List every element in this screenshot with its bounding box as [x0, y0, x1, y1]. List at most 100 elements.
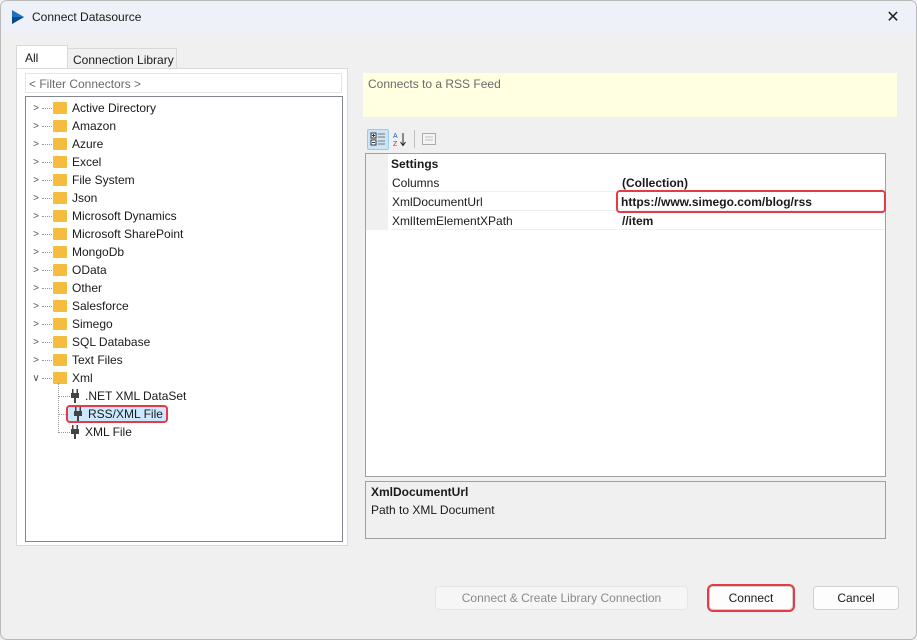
folder-icon [53, 318, 67, 330]
property-row[interactable]: Columns (Collection) [366, 173, 885, 192]
tree-item-label: XML File [85, 425, 132, 439]
category-label: Settings [391, 157, 439, 171]
connect-create-library-button[interactable]: Connect & Create Library Connection [435, 586, 688, 610]
close-icon: ✕ [886, 9, 900, 26]
property-value[interactable]: //item [619, 211, 885, 230]
chevron-right-icon[interactable]: > [31, 265, 41, 276]
categorized-button[interactable] [367, 128, 389, 150]
property-pages-button[interactable] [418, 129, 440, 150]
tree-connector-line [42, 341, 52, 343]
tree-folder[interactable]: ∨ Xml [31, 369, 93, 387]
chevron-right-icon[interactable]: > [31, 193, 41, 204]
plug-icon [71, 389, 79, 403]
chevron-down-icon[interactable]: ∨ [31, 373, 41, 384]
chevron-right-icon[interactable]: > [31, 157, 41, 168]
cancel-button[interactable]: Cancel [813, 586, 899, 610]
tree-connector-line [58, 383, 59, 433]
tree-folder[interactable]: > Text Files [31, 351, 123, 369]
tree-folder-label: Xml [72, 371, 93, 385]
chevron-right-icon[interactable]: > [31, 301, 41, 312]
property-value-xmldocumenturl[interactable]: https://www.simego.com/blog/rss [616, 190, 886, 213]
folder-icon [53, 174, 67, 186]
window-title: Connect Datasource [32, 10, 142, 24]
chevron-right-icon[interactable]: > [31, 103, 41, 114]
property-pages-icon [422, 133, 436, 145]
chevron-right-icon[interactable]: > [31, 247, 41, 258]
plug-icon [74, 407, 82, 421]
help-title: XmlDocumentUrl [371, 485, 469, 499]
chevron-right-icon[interactable]: > [31, 139, 41, 150]
tree-folder[interactable]: > OData [31, 261, 107, 279]
tab-connection-library[interactable]: Connection Library [67, 48, 177, 69]
tree-connector-line [42, 143, 52, 145]
tree-folder[interactable]: > Amazon [31, 117, 116, 135]
selected-item-highlight: RSS/XML File [66, 405, 168, 423]
tab-all[interactable]: All [16, 45, 68, 69]
tree-folder[interactable]: > Other [31, 279, 102, 297]
tree-item-connector[interactable]: .NET XML DataSet [68, 387, 186, 405]
property-name: Columns [391, 173, 617, 192]
folder-icon [53, 156, 67, 168]
plug-icon [71, 425, 79, 439]
connector-description: Connects to a RSS Feed [362, 72, 898, 118]
tree-folder-label: Microsoft Dynamics [72, 209, 177, 223]
tree-connector-line [42, 161, 52, 163]
tree-folder[interactable]: > SQL Database [31, 333, 150, 351]
svg-text:Z: Z [393, 141, 398, 147]
tree-folder-label: Simego [72, 317, 113, 331]
tree-item-connector[interactable]: RSS/XML File [66, 405, 168, 423]
tree-folder[interactable]: > Active Directory [31, 99, 156, 117]
folder-icon [53, 282, 67, 294]
connectors-panel: < Filter Connectors > > Active Directory >… [16, 68, 348, 546]
tree-connector-line [42, 323, 52, 325]
tree-connector-line [42, 305, 52, 307]
tree-item-connector[interactable]: XML File [68, 423, 132, 441]
folder-icon [53, 372, 67, 384]
chevron-right-icon[interactable]: > [31, 283, 41, 294]
app-icon [12, 10, 24, 24]
close-button[interactable]: ✕ [870, 1, 916, 33]
tree-connector-line [42, 125, 52, 127]
tree-connector-line [42, 251, 52, 253]
folder-icon [53, 120, 67, 132]
filter-connectors-input[interactable]: < Filter Connectors > [25, 73, 342, 93]
tree-folder[interactable]: > Json [31, 189, 97, 207]
tree-connector-line [42, 107, 52, 109]
connector-tree[interactable]: > Active Directory > Amazon > Azure > Excel > Fil… [25, 96, 343, 542]
property-row[interactable]: XmlItemElementXPath //item [366, 211, 885, 230]
tree-folder[interactable]: > Salesforce [31, 297, 129, 315]
chevron-right-icon[interactable]: > [31, 337, 41, 348]
tree-folder[interactable]: > Microsoft Dynamics [31, 207, 177, 225]
folder-icon [53, 228, 67, 240]
chevron-right-icon[interactable]: > [31, 355, 41, 366]
tree-folder[interactable]: > MongoDb [31, 243, 124, 261]
tree-folder[interactable]: > Excel [31, 153, 101, 171]
category-row-settings[interactable]: ∨ Settings [366, 154, 885, 173]
chevron-right-icon[interactable]: > [31, 319, 41, 330]
tree-folder[interactable]: > Azure [31, 135, 103, 153]
tree-folder-label: Json [72, 191, 98, 205]
tree-item-label: RSS/XML File [88, 407, 163, 421]
tree-folder-label: Microsoft SharePoint [72, 227, 184, 241]
folder-icon [53, 102, 67, 114]
tree-connector-line [42, 215, 52, 217]
title-bar: Connect Datasource ✕ [1, 1, 916, 33]
tree-folder[interactable]: > Simego [31, 315, 113, 333]
tree-folder[interactable]: > File System [31, 171, 135, 189]
chevron-right-icon[interactable]: > [31, 175, 41, 186]
chevron-right-icon[interactable]: > [31, 121, 41, 132]
tree-folder[interactable]: > Microsoft SharePoint [31, 225, 183, 243]
help-text: Path to XML Document [371, 503, 495, 517]
toolbar-separator [414, 130, 415, 148]
alphabetical-button[interactable]: AZ [389, 129, 411, 150]
tree-item-label: .NET XML DataSet [85, 389, 187, 403]
connect-button[interactable]: Connect [707, 584, 795, 612]
chevron-right-icon[interactable]: > [31, 211, 41, 222]
folder-icon [53, 138, 67, 150]
folder-icon [53, 300, 67, 312]
chevron-right-icon[interactable]: > [31, 229, 41, 240]
tree-connector-line [42, 377, 52, 379]
property-value[interactable]: (Collection) [619, 173, 885, 192]
property-row[interactable]: XmlDocumentUrl https://www.simego.com/bl… [366, 190, 886, 213]
svg-text:A: A [393, 133, 398, 140]
